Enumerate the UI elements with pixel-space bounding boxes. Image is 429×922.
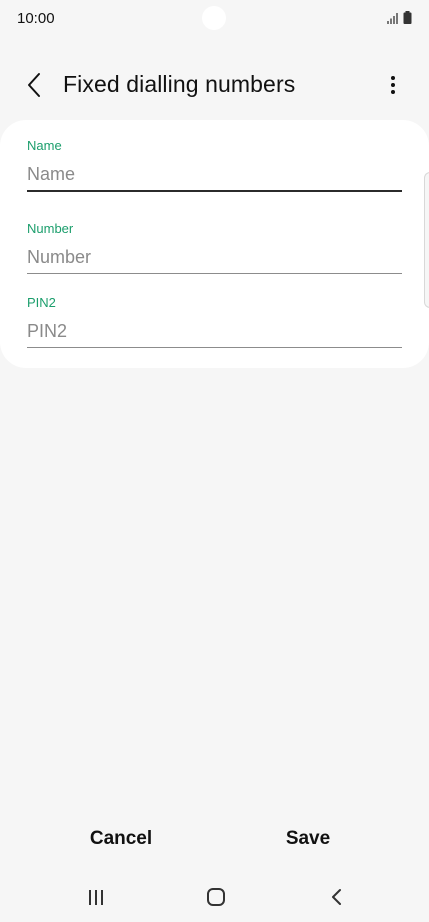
number-field: Number (27, 221, 402, 274)
navigation-bar (0, 876, 429, 916)
more-vertical-icon[interactable] (380, 70, 406, 100)
page-title: Fixed dialling numbers (63, 71, 296, 97)
name-label: Name (27, 138, 62, 153)
header: Fixed dialling numbers (0, 60, 429, 110)
chevron-left-icon[interactable] (20, 70, 50, 100)
recents-icon[interactable] (79, 882, 113, 912)
screen: 10:00 Fixed dialling numbers Name Name N… (0, 0, 429, 922)
pin2-label: PIN2 (27, 295, 56, 310)
pin2-field: PIN2 (27, 295, 402, 348)
action-bar: Cancel Save (0, 820, 429, 856)
form-card: Name Number PIN2 (0, 120, 429, 368)
number-input[interactable] (27, 241, 402, 273)
status-bar: 10:00 (0, 0, 429, 38)
pin2-underline (27, 347, 402, 348)
number-label: Number (27, 221, 74, 236)
signal-icon (387, 13, 398, 24)
cancel-button[interactable]: Cancel (51, 824, 191, 854)
name-underline (27, 190, 402, 192)
home-icon[interactable] (199, 882, 233, 912)
battery-icon (403, 11, 412, 24)
camera-cutout (202, 6, 226, 30)
name-input[interactable] (27, 158, 402, 190)
edge-panel-handle[interactable] (424, 172, 429, 308)
back-icon[interactable] (320, 882, 354, 912)
name-field: Name (27, 138, 402, 192)
number-underline (27, 273, 402, 274)
save-button[interactable]: Save (238, 824, 378, 854)
status-time: 10:00 (17, 10, 55, 27)
pin2-input[interactable] (27, 315, 402, 347)
